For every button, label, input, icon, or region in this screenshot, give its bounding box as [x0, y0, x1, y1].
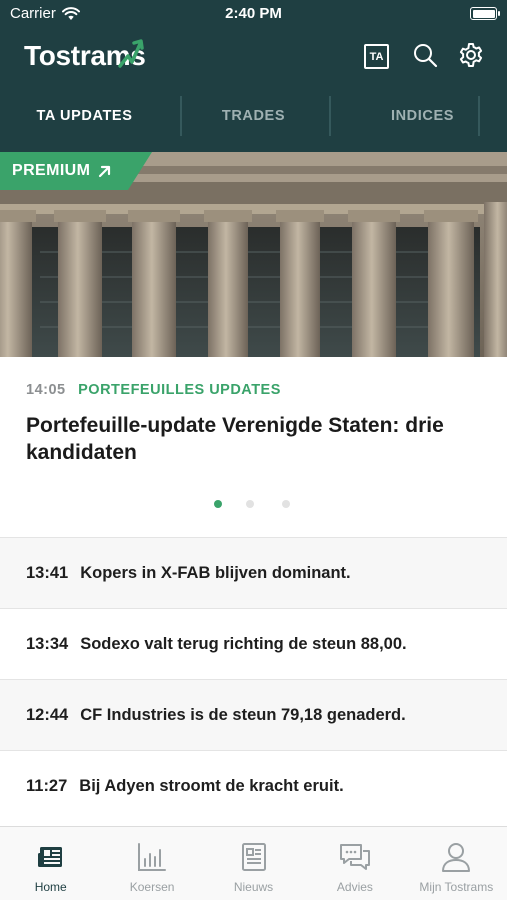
news-row[interactable]: 13:34 Sodexo valt terug richting de steu…	[0, 608, 507, 679]
news-list: 13:41 Kopers in X-FAB blijven dominant. …	[0, 537, 507, 821]
tab-divider	[180, 96, 182, 136]
featured-title[interactable]: Portefeuille-update Verenigde Staten: dr…	[26, 412, 486, 466]
premium-badge[interactable]: PREMIUM	[0, 152, 152, 190]
premium-label: PREMIUM	[12, 162, 111, 180]
tabbar-label: Advies	[336, 880, 373, 894]
tabbar-label: Mijn Tostrams	[419, 880, 494, 894]
logo-arrow-icon	[118, 39, 144, 68]
bar-chart-icon	[138, 843, 167, 871]
news-time: 12:44	[26, 705, 69, 724]
nav-bar: Tostrams TA	[0, 28, 507, 90]
news-title: Kopers in X-FAB blijven dominant.	[80, 563, 351, 582]
tab-ta-updates[interactable]: TA UPDATES	[0, 92, 169, 140]
tabbar-label: Home	[34, 880, 67, 894]
featured-time: 14:05	[26, 382, 66, 398]
news-row[interactable]: 11:27 Bij Adyen stroomt de kracht eruit.	[0, 750, 507, 821]
tab-trades[interactable]: TRADES	[169, 92, 338, 140]
tab-divider	[478, 96, 480, 136]
top-tabs: TA UPDATES TRADES INDICES	[0, 92, 507, 140]
news-time: 13:41	[26, 563, 69, 582]
newspaper-icon	[37, 847, 62, 867]
page-dot-3[interactable]	[282, 500, 290, 508]
status-time: 2:40 PM	[225, 5, 282, 22]
tabbar-item-mijn-tostrams[interactable]: Mijn Tostrams	[406, 827, 507, 900]
gear-icon[interactable]	[458, 42, 484, 68]
external-arrow-icon	[99, 165, 111, 177]
news-row[interactable]: 13:41 Kopers in X-FAB blijven dominant.	[0, 537, 507, 608]
tabbar-item-home[interactable]: Home	[0, 827, 101, 900]
tab-divider	[329, 96, 331, 136]
news-title: CF Industries is de steun 79,18 genaderd…	[80, 705, 406, 724]
tab-indices[interactable]: INDICES	[338, 92, 507, 140]
page-dot-2[interactable]	[246, 500, 254, 508]
search-icon[interactable]	[412, 42, 438, 68]
status-bar: Carrier 2:40 PM	[0, 0, 507, 28]
tabbar-item-advies[interactable]: Advies	[304, 827, 405, 900]
featured-meta: 14:05 PORTEFEUILLES UPDATES	[26, 382, 281, 398]
ta-icon[interactable]: TA	[364, 44, 389, 69]
tabbar-label: Nieuws	[233, 880, 274, 894]
news-title: Bij Adyen stroomt de kracht eruit.	[79, 776, 344, 795]
battery-icon	[470, 7, 500, 20]
tabbar-item-koersen[interactable]: Koersen	[101, 827, 202, 900]
news-row[interactable]: 12:44 CF Industries is de steun 79,18 ge…	[0, 679, 507, 750]
news-time: 11:27	[26, 776, 68, 795]
app-header: Carrier 2:40 PM Tostrams TA TA UPDATES T…	[0, 0, 507, 152]
news-title: Sodexo valt terug richting de steun 88,0…	[80, 634, 407, 653]
featured-category[interactable]: PORTEFEUILLES UPDATES	[78, 382, 281, 398]
news-time: 13:34	[26, 634, 69, 653]
tabbar-label: Koersen	[129, 880, 175, 894]
logo: Tostrams	[24, 36, 146, 76]
premium-text: PREMIUM	[12, 162, 91, 179]
document-icon	[241, 843, 266, 871]
person-icon	[442, 843, 471, 872]
featured-article[interactable]: 14:05 PORTEFEUILLES UPDATES Portefeuille…	[0, 357, 507, 537]
tabbar-item-nieuws[interactable]: Nieuws	[203, 827, 304, 900]
page-indicator	[0, 500, 507, 510]
chat-bubbles-icon	[339, 844, 370, 870]
page-dot-1[interactable]	[214, 500, 222, 508]
bottom-tab-bar: Home Koersen Nieuws Advies Mijn Tostrams	[0, 826, 507, 900]
